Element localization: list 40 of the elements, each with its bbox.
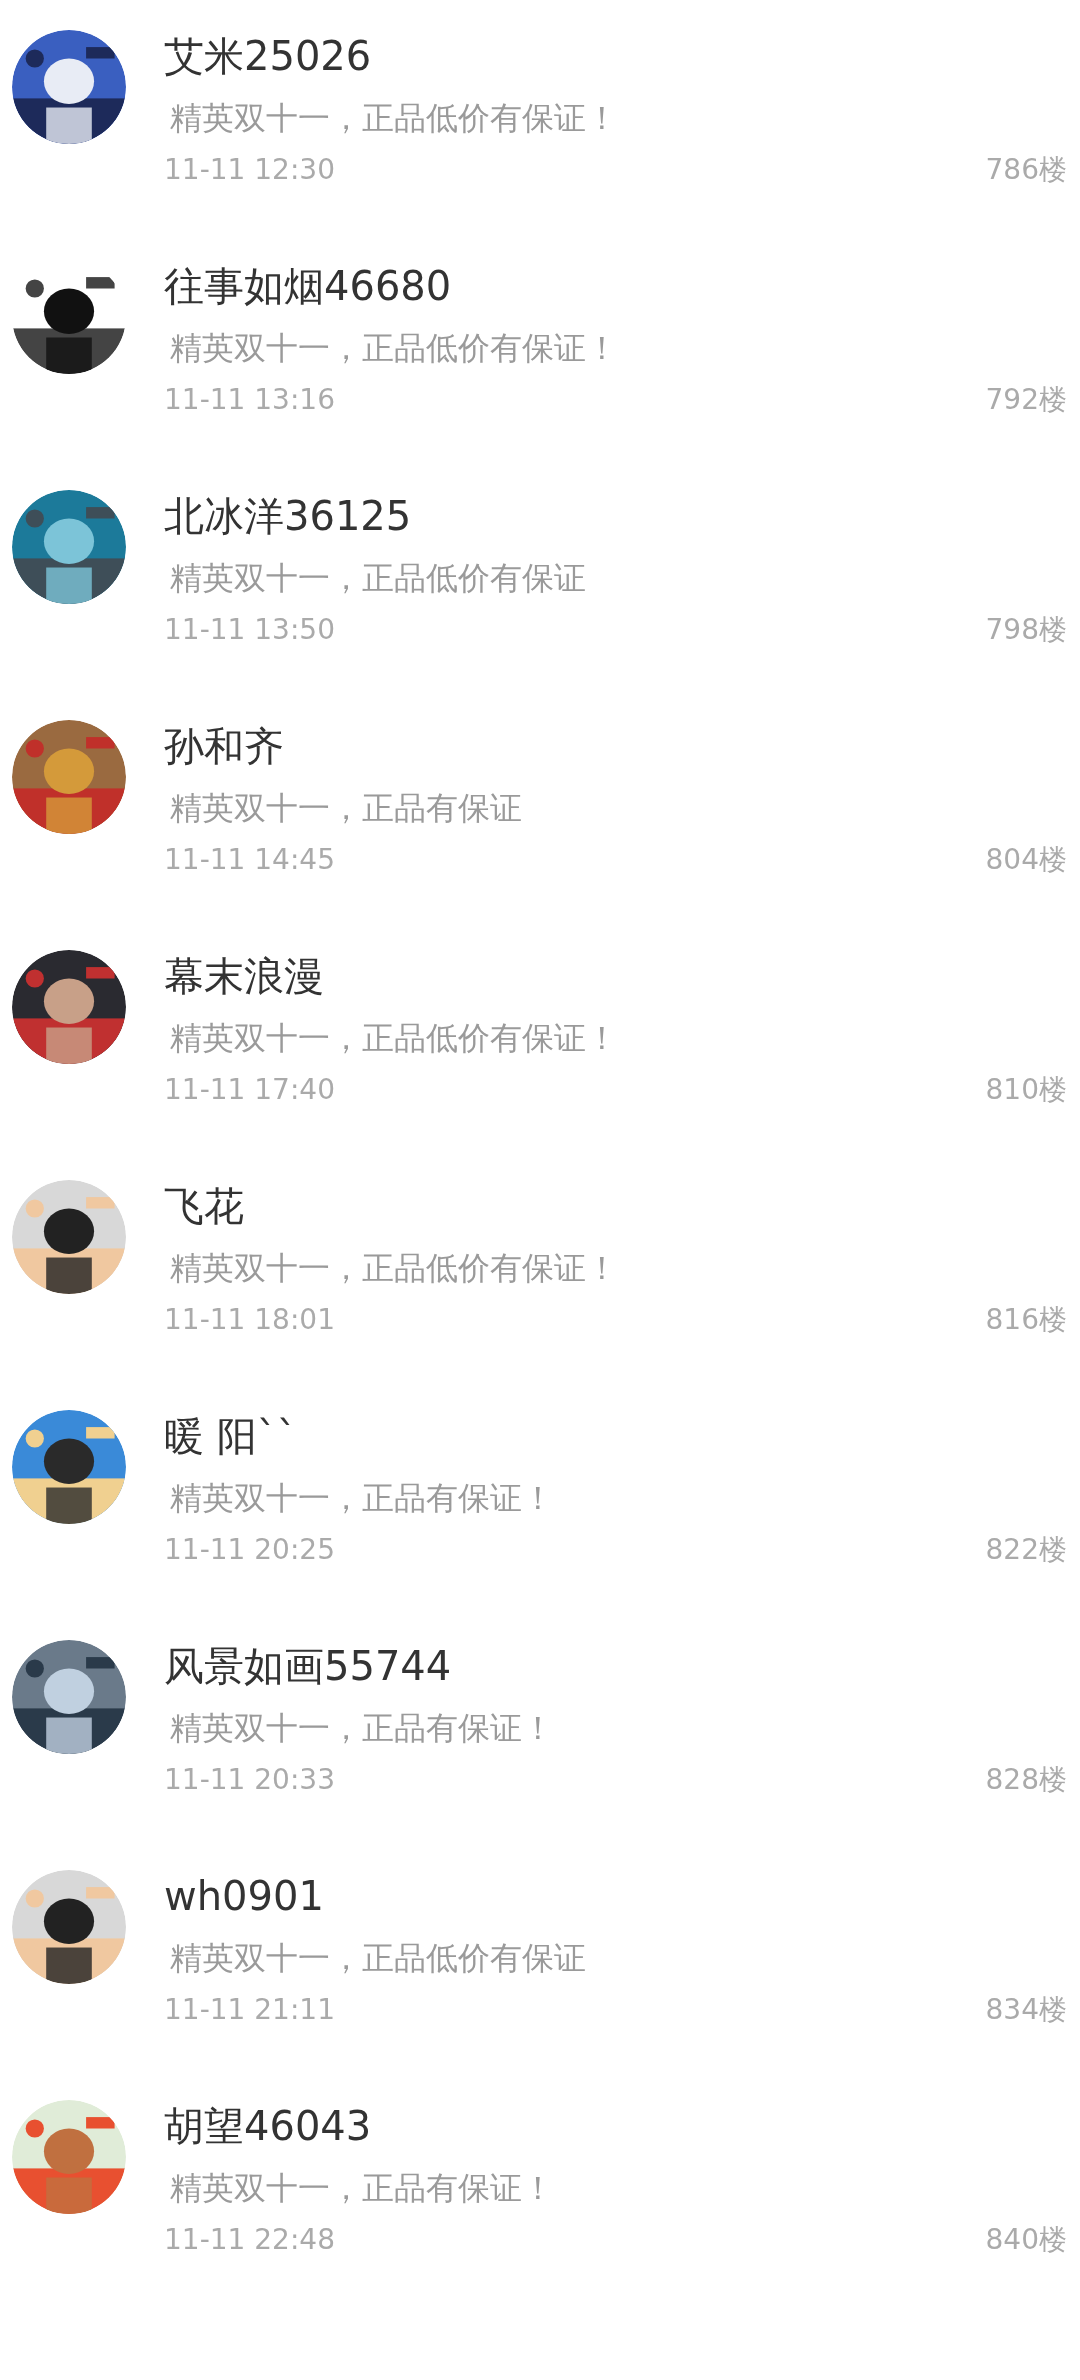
floor-number: 810楼	[985, 1072, 1067, 1108]
user-name[interactable]: 艾米25026	[164, 30, 1067, 82]
comment-time: 11-11 21:11	[164, 1992, 335, 2028]
comment-time: 11-11 13:16	[164, 382, 335, 418]
comment-time: 11-11 13:50	[164, 612, 335, 648]
comment-text: 精英双十一，正品有保证！	[169, 1478, 555, 1519]
comment-text: 精英双十一，正品有保证	[169, 788, 523, 829]
comment-time: 11-11 17:40	[164, 1072, 335, 1108]
user-name[interactable]: 幕末浪漫	[164, 950, 1067, 1002]
floor-number: 786楼	[985, 152, 1067, 188]
comment-text: 精英双十一，正品低价有保证！	[169, 98, 619, 139]
user-name[interactable]: 北冰洋36125	[164, 490, 1067, 542]
user-name[interactable]: 暖 阳``	[164, 1410, 1067, 1462]
user-name[interactable]: 风景如画55744	[164, 1640, 1067, 1692]
floor-number: 792楼	[985, 382, 1067, 418]
comment-text: 精英双十一，正品低价有保证！	[169, 1248, 619, 1289]
floor-number: 840楼	[985, 2222, 1067, 2258]
floor-number: 834楼	[985, 1992, 1067, 2028]
user-name[interactable]: 孙和齐	[164, 720, 1067, 772]
comment-text: 精英双十一，正品有保证！	[169, 1708, 555, 1749]
user-name[interactable]: 往事如烟46680	[164, 260, 1067, 312]
floor-number: 798楼	[985, 612, 1067, 648]
comment-text: 精英双十一，正品低价有保证！	[169, 328, 619, 369]
comment-time: 11-11 12:30	[164, 152, 335, 188]
floor-number: 822楼	[985, 1532, 1067, 1568]
floor-number: 828楼	[985, 1762, 1067, 1798]
floor-number: 804楼	[985, 842, 1067, 878]
user-name[interactable]: 胡望46043	[164, 2100, 1067, 2152]
user-name[interactable]: 飞花	[164, 1180, 1067, 1232]
user-name[interactable]: wh0901	[164, 1870, 1067, 1922]
comment-text: 精英双十一，正品低价有保证！	[169, 1018, 619, 1059]
comment-text: 精英双十一，正品低价有保证	[169, 558, 587, 599]
comment-time: 11-11 20:25	[164, 1532, 335, 1568]
comment-time: 11-11 18:01	[164, 1302, 335, 1338]
comment-time: 11-11 20:33	[164, 1762, 335, 1798]
comment-text: 精英双十一，正品低价有保证	[169, 1938, 587, 1979]
comment-time: 11-11 14:45	[164, 842, 335, 878]
comment-text: 精英双十一，正品有保证！	[169, 2168, 555, 2209]
comment-time: 11-11 22:48	[164, 2222, 335, 2258]
floor-number: 816楼	[985, 1302, 1067, 1338]
